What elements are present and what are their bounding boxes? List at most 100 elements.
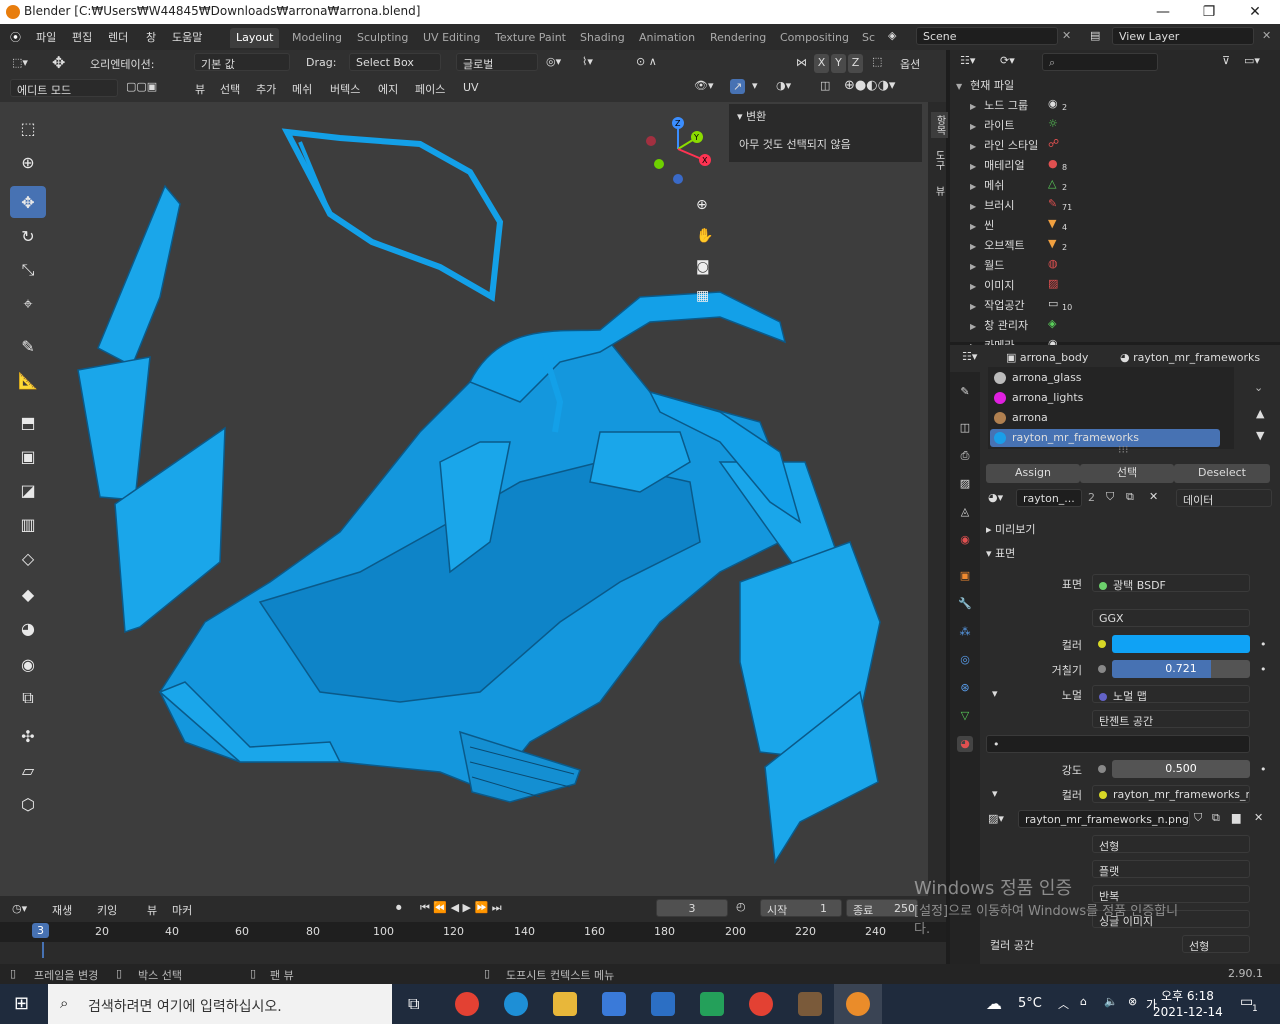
outliner-item[interactable]: ▶ 씬 ▼ 4 <box>970 217 1067 233</box>
smooth-tool-icon[interactable]: ◉ <box>10 648 46 680</box>
playback-controls-icons[interactable]: ⏮ ⏪ ◀ ▶ ⏩ ⏭ <box>420 901 502 915</box>
options-menu[interactable]: 옵션 <box>900 56 920 72</box>
keyframe-dot-icon[interactable]: • <box>1260 763 1267 776</box>
move-tool-icon[interactable]: ✥ <box>10 186 46 218</box>
outliner-item[interactable]: ▶ 매테리얼 ● 8 <box>970 157 1067 173</box>
distribution-select[interactable]: GGX <box>1092 609 1250 627</box>
mode-select[interactable]: 에디트 모드 <box>10 79 118 97</box>
clock-time[interactable]: 오후 6:18 <box>1161 987 1214 1004</box>
uv-map-field[interactable]: • <box>986 735 1250 753</box>
interpolation-select[interactable]: 선형 <box>1092 835 1250 853</box>
loop-cut-tool-icon[interactable]: ▥ <box>10 508 46 540</box>
list-resize-handle[interactable]: ⁝⁝⁝ <box>1118 443 1129 456</box>
expand-arrow-icon[interactable]: ▶ <box>970 222 976 231</box>
current-frame-field[interactable]: 3 <box>656 899 728 917</box>
drag-select[interactable]: Select Box <box>349 53 441 71</box>
timeline-menu-view[interactable]: 뷰 <box>147 902 157 918</box>
chrome-icon[interactable] <box>455 992 479 1016</box>
pan-hand-icon[interactable]: ✋ <box>696 228 713 244</box>
select-mode-icons[interactable]: ▢▢▣ <box>126 80 157 93</box>
timeline-editor-icon[interactable]: ◷▾ <box>12 902 27 915</box>
material-slot[interactable]: arrona <box>990 409 1220 427</box>
ortho-grid-icon[interactable]: ▦ <box>696 288 709 304</box>
pivot-point-icon[interactable]: ◎▾ <box>546 55 561 68</box>
scene-tab-icon[interactable]: ◬ <box>957 504 973 520</box>
expand-arrow-icon[interactable]: ▶ <box>970 162 976 171</box>
material-users-count[interactable]: 2 <box>1088 491 1095 504</box>
new-collection-icon[interactable]: ▭▾ <box>1244 54 1260 67</box>
select-box-tool-icon[interactable]: ⬚ <box>10 112 46 144</box>
roughness-slider[interactable]: 0.721 <box>1112 660 1250 678</box>
start-frame-field[interactable]: 시작 1 <box>760 899 842 917</box>
assign-button[interactable]: Assign <box>986 464 1080 483</box>
overlay-icon[interactable]: ◑▾ <box>776 79 791 92</box>
surface-shader-select[interactable]: 광택 BSDF <box>1092 574 1250 592</box>
outliner-editor-icon[interactable]: ☷▾ <box>960 54 975 67</box>
tray-chevron-icon[interactable]: ︿ <box>1058 996 1069 1012</box>
measure-tool-icon[interactable]: 📐 <box>10 364 46 396</box>
camera-view-icon[interactable]: ◙ <box>696 259 710 275</box>
playhead[interactable]: 3 <box>32 923 49 938</box>
task-view-icon[interactable]: ⧉ <box>408 994 419 1014</box>
menu-face[interactable]: 페이스 <box>415 81 445 97</box>
menu-file[interactable]: 파일 <box>36 29 56 45</box>
slot-menu-icon[interactable]: ⌄ <box>1254 381 1263 394</box>
clock-date[interactable]: 2021-12-14 <box>1153 1005 1223 1019</box>
render-tab-icon[interactable]: ◫ <box>957 420 973 436</box>
timeline-menu-keying[interactable]: 키잉 <box>97 902 117 918</box>
orientation-select[interactable]: 기본 값 <box>194 53 290 71</box>
expand-arrow-icon[interactable]: ▶ <box>970 242 976 251</box>
scene-selector[interactable]: Scene <box>916 27 1058 45</box>
menu-view[interactable]: 뷰 <box>195 81 205 97</box>
file-explorer-icon[interactable] <box>553 992 577 1016</box>
tab-more[interactable]: Sc <box>856 28 881 48</box>
world-tab-icon[interactable]: ◉ <box>957 532 973 548</box>
link-select[interactable]: 데이터 <box>1176 489 1272 507</box>
weather-temp[interactable]: 5°C <box>1018 996 1042 1011</box>
color-socket-icon[interactable] <box>1098 640 1106 648</box>
expand-arrow-icon[interactable]: ▶ <box>970 182 976 191</box>
expand-arrow-icon[interactable]: ▶ <box>970 202 976 211</box>
zoom-icon[interactable]: ⊕ <box>696 197 708 213</box>
colorspace-select[interactable]: 선형 <box>1182 935 1250 953</box>
scene-close-icon[interactable]: ✕ <box>1062 29 1071 42</box>
deselect-button[interactable]: Deselect <box>1174 464 1270 483</box>
axis-y-toggle[interactable]: Y <box>831 54 846 73</box>
sidetab-item[interactable]: 항목 <box>931 112 948 138</box>
app-icon[interactable] <box>700 992 724 1016</box>
proportional-edit-icon[interactable]: ⊙ ∧ <box>636 55 657 68</box>
poly-build-tool-icon[interactable]: ◆ <box>10 578 46 610</box>
inset-tool-icon[interactable]: ▣ <box>10 440 46 472</box>
projection-select[interactable]: 플랫 <box>1092 860 1250 878</box>
select-button[interactable]: 선택 <box>1080 464 1174 483</box>
display-mode-icon[interactable]: ⟳▾ <box>1000 54 1015 67</box>
outliner-search-input[interactable]: ⌕ <box>1042 53 1158 71</box>
gizmo-menu-icon[interactable]: ▾ <box>752 79 758 92</box>
image-name-field[interactable]: rayton_mr_frameworks_n.png <box>1018 810 1190 828</box>
material-tab-icon[interactable]: ◕ <box>957 736 973 752</box>
transform-pivot-icon[interactable]: ✥ <box>52 53 65 72</box>
normal-expand-icon[interactable]: ▾ <box>992 687 998 700</box>
sidetab-tool[interactable]: 도구 <box>931 150 946 170</box>
material-name-field[interactable]: rayton_... <box>1016 489 1082 507</box>
duplicate-material-icon[interactable]: ⧉ <box>1126 490 1134 504</box>
slot-down-icon[interactable]: ▼ <box>1256 429 1264 442</box>
material-slot-list[interactable]: arrona_glass arrona_lights arrona rayton_mr… <box>988 367 1234 449</box>
gizmo-toggle-icon[interactable]: ↗ <box>730 79 746 94</box>
tool-tab-icon[interactable]: ✎ <box>957 384 973 400</box>
menu-mesh[interactable]: 메쉬 <box>292 81 312 97</box>
object-tab-icon[interactable]: ▣ <box>957 568 973 584</box>
tab-modeling[interactable]: Modeling <box>286 28 348 48</box>
cursor-tool-icon[interactable]: ⊕ <box>10 146 46 178</box>
tab-sculpting[interactable]: Sculpting <box>351 28 414 48</box>
paint-icon[interactable] <box>798 992 822 1016</box>
tangent-space-select[interactable]: 탄젠트 공간 <box>1092 710 1250 728</box>
outliner-item[interactable]: ▶ 노드 그룹 ◉ 2 <box>970 97 1067 113</box>
menu-help[interactable]: 도움말 <box>172 29 202 45</box>
taskbar-search-box[interactable]: ⌕ 검색하려면 여기에 입력하십시오. <box>48 984 392 1024</box>
view-layer-close-icon[interactable]: ✕ <box>1262 29 1271 42</box>
knife-tool-icon[interactable]: ◇ <box>10 542 46 574</box>
outliner-item[interactable]: ▶ 메쉬 △ 2 <box>970 177 1067 193</box>
preview-section-header[interactable]: ▸ 미리보기 <box>986 521 1036 537</box>
mail-icon[interactable] <box>651 992 675 1016</box>
